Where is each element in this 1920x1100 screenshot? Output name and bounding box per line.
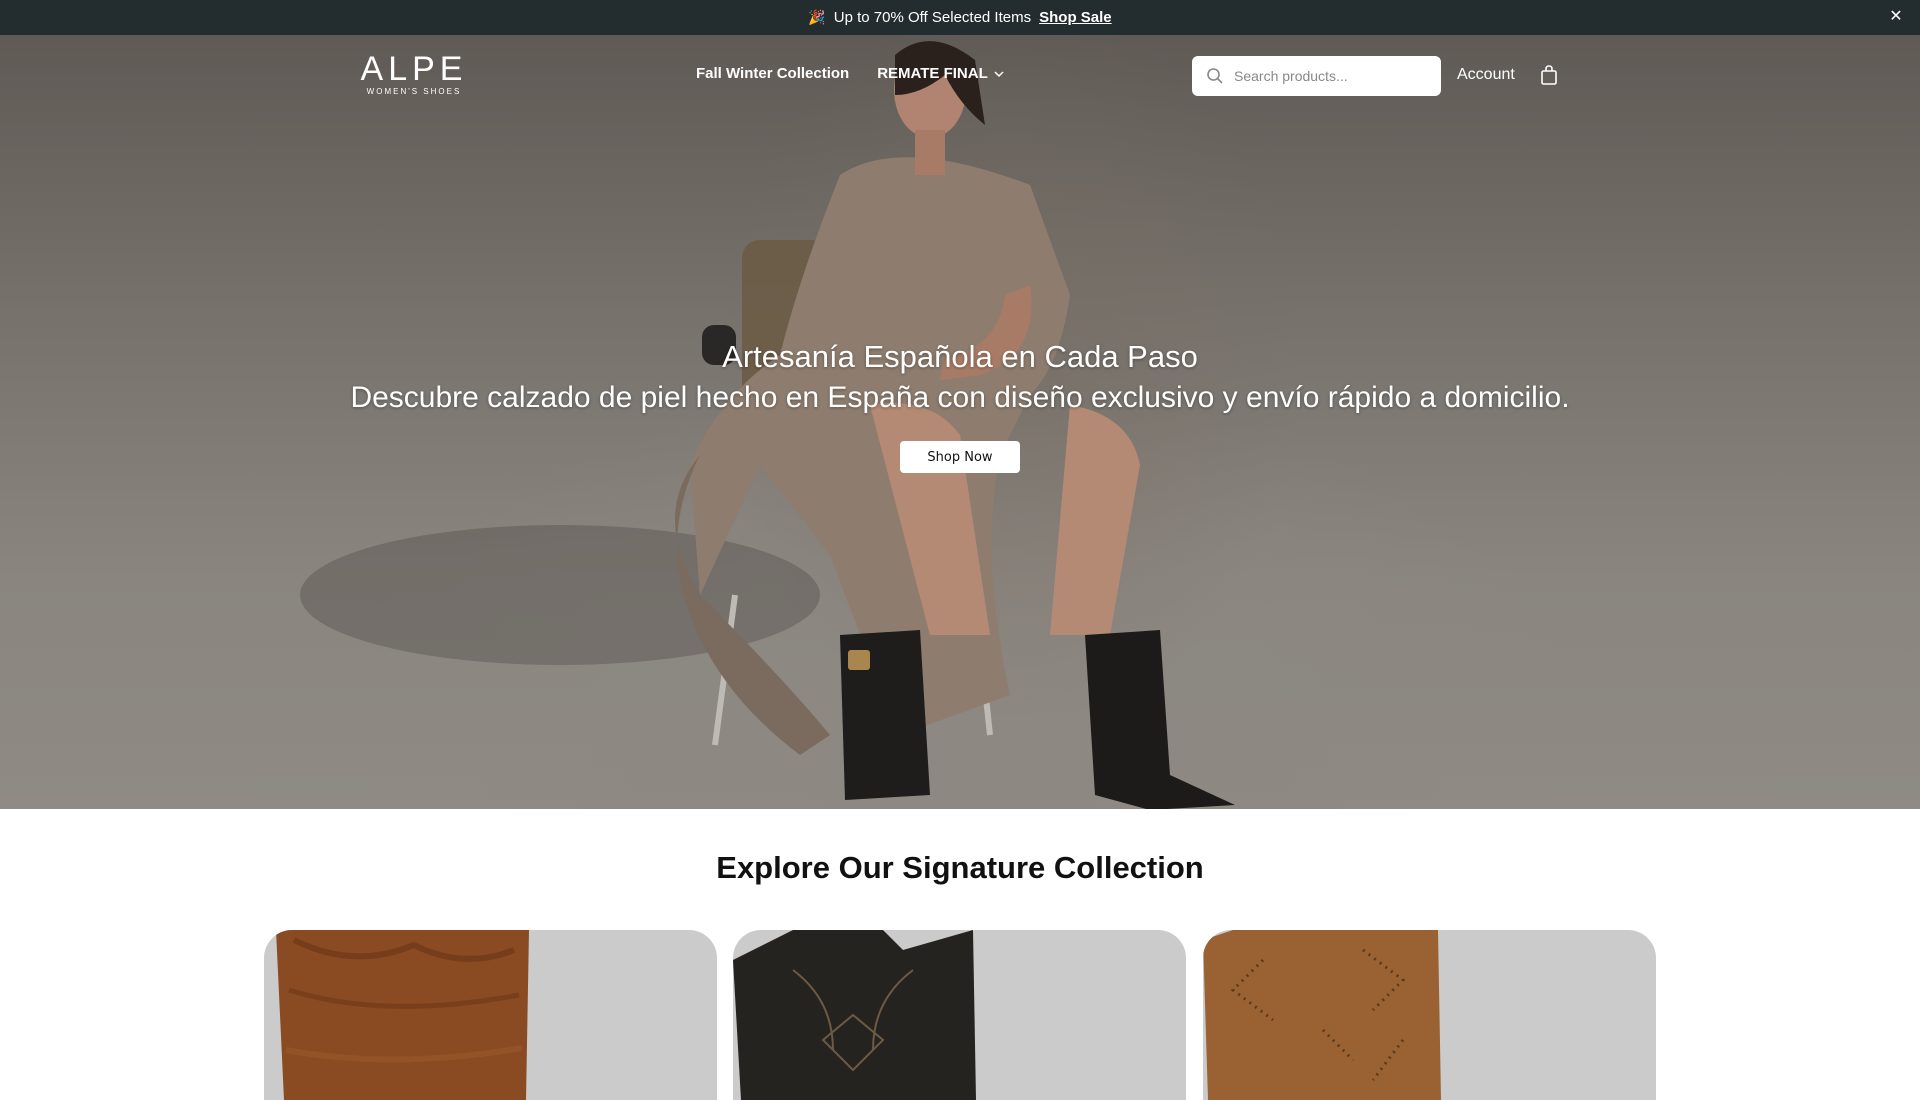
logo-tagline: WOMEN'S SHOES: [366, 87, 462, 96]
boot-image-brown-suede: [276, 930, 529, 1100]
nav-item-fall-winter[interactable]: Fall Winter Collection: [696, 65, 849, 82]
hero-banner: [0, 35, 1920, 809]
collection-title: Explore Our Signature Collection: [716, 850, 1204, 885]
search-box[interactable]: [1192, 56, 1441, 96]
announcement-text: Up to 70% Off Selected Items: [833, 9, 1032, 26]
hero-copy: Artesanía Española en Cada Paso Descubre…: [0, 338, 1920, 418]
logo-wordmark: ALPE: [360, 50, 468, 88]
hero-title: Artesanía Española en Cada Paso: [722, 339, 1198, 374]
collection-card-1[interactable]: [264, 930, 717, 1100]
hero-model-image: [300, 41, 1235, 809]
search-input[interactable]: [1234, 68, 1424, 84]
chevron-down-icon: [994, 70, 1004, 77]
search-icon: [1207, 68, 1223, 84]
collection-card-2[interactable]: [733, 930, 1186, 1100]
boot-image-tan-studded: [1203, 930, 1441, 1100]
brand-logo[interactable]: ALPE WOMEN'S SHOES: [352, 51, 476, 99]
main-nav: Fall Winter Collection REMATE FINAL: [696, 65, 1004, 82]
account-link[interactable]: Account: [1457, 66, 1515, 84]
shop-now-button[interactable]: Shop Now: [900, 441, 1020, 473]
nav-item-label: REMATE FINAL: [877, 65, 988, 82]
collection-cards: [264, 930, 1656, 1100]
hero-subtitle: Descubre calzado de piel hecho en España…: [350, 381, 1570, 414]
shop-sale-link[interactable]: Shop Sale: [1039, 9, 1112, 26]
nav-item-label: Fall Winter Collection: [696, 65, 850, 82]
collection-card-3[interactable]: [1203, 930, 1656, 1100]
close-icon[interactable]: ✕: [1888, 9, 1904, 25]
announcement-bar: 🎉 Up to 70% Off Selected Items Shop Sale…: [0, 0, 1920, 35]
boot-image-black-western: [733, 930, 976, 1100]
site-header: ALPE WOMEN'S SHOES Fall Winter Collectio…: [0, 35, 1920, 115]
nav-item-remate-final[interactable]: REMATE FINAL: [877, 65, 1004, 82]
party-icon: 🎉: [808, 9, 826, 25]
shopping-bag-icon[interactable]: [1540, 65, 1558, 85]
